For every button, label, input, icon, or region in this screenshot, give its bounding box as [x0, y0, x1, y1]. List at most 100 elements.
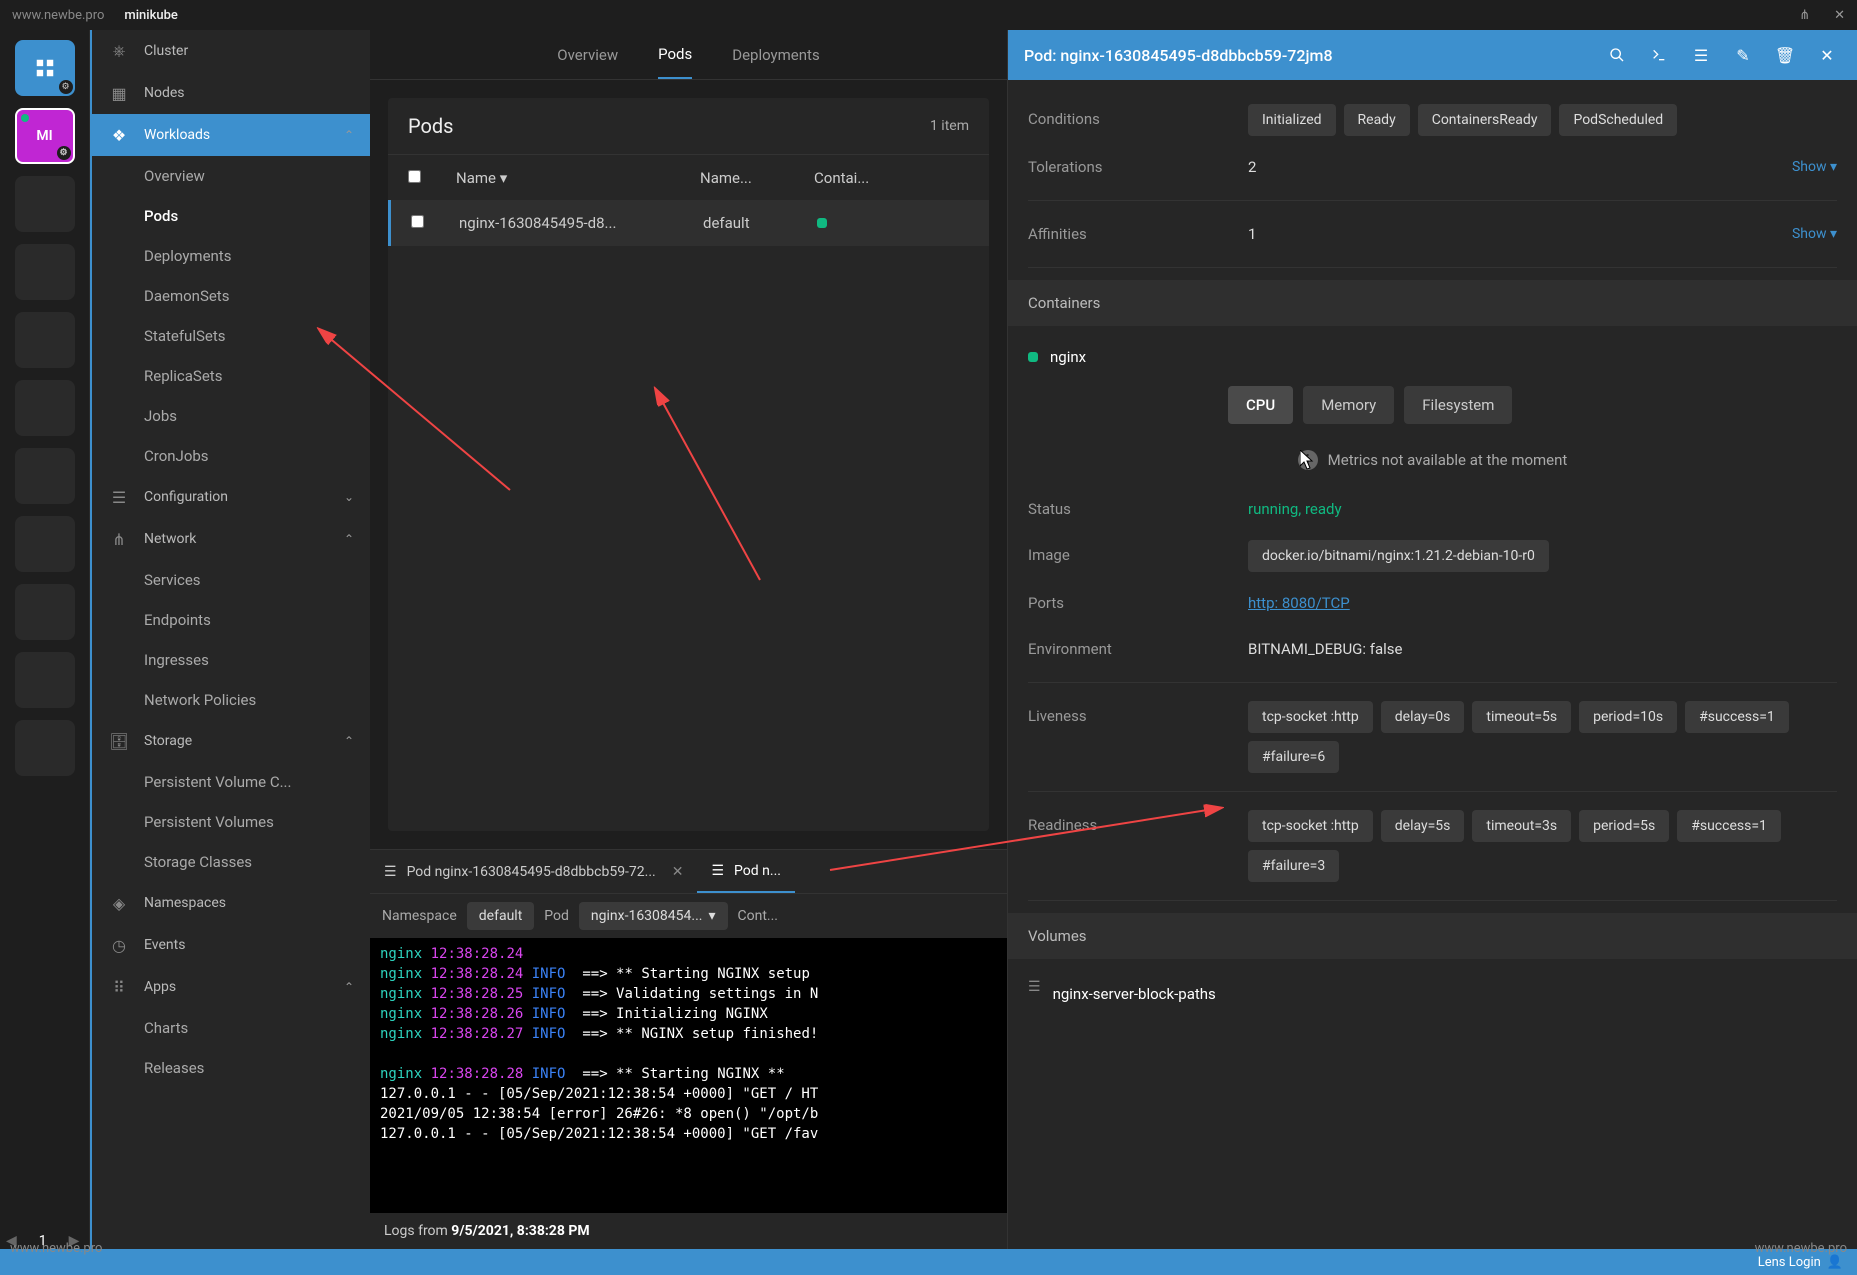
chip: tcp-socket :http: [1248, 701, 1373, 733]
sidebar-sub-network-policies[interactable]: Network Policies: [92, 680, 370, 720]
workload-tabs: Overview Pods Deployments: [370, 30, 1007, 80]
tab-deployments[interactable]: Deployments: [732, 32, 819, 78]
col-containers[interactable]: Contai...: [814, 169, 969, 187]
volumes-section: Volumes: [1008, 913, 1857, 959]
activity-cluster-minikube[interactable]: MI ⚙: [15, 108, 75, 164]
activity-placeholder[interactable]: [15, 312, 75, 368]
network-icon: ⋔: [108, 530, 130, 549]
tab-pods[interactable]: Pods: [658, 31, 692, 79]
activity-placeholder[interactable]: [15, 516, 75, 572]
chip: Ready: [1344, 104, 1410, 136]
sidebar-item-apps[interactable]: ⠿ Apps ⌃: [92, 966, 370, 1008]
col-name[interactable]: Name ▾: [456, 169, 676, 187]
sidebar-sub-pvc[interactable]: Persistent Volume C...: [92, 762, 370, 802]
activity-placeholder[interactable]: [15, 380, 75, 436]
sidebar-sub-charts[interactable]: Charts: [92, 1008, 370, 1048]
show-affinities-link[interactable]: Show ▾: [1792, 226, 1837, 242]
delete-icon[interactable]: 🗑: [1771, 41, 1799, 69]
activity-bar: ⚙ MI ⚙: [0, 30, 90, 1249]
chip: Initialized: [1248, 104, 1336, 136]
sidebar: ⎈ Cluster ▦ Nodes ❖ Workloads ⌃ Overview…: [90, 30, 370, 1249]
chip: timeout=5s: [1472, 701, 1571, 733]
close-icon[interactable]: ✕: [1834, 8, 1845, 23]
lens-login[interactable]: Lens Login 👤: [1758, 1255, 1843, 1270]
metrics-unavailable: i Metrics not available at the moment: [1008, 434, 1857, 486]
container-name: nginx: [1050, 348, 1086, 366]
gear-icon[interactable]: ⚙: [59, 80, 73, 94]
terminal-tab[interactable]: ☰ Pod nginx-1630845495-d8dbbcb59-72... ✕: [370, 850, 697, 893]
sidebar-sub-statefulsets[interactable]: StatefulSets: [92, 316, 370, 356]
metric-tab-filesystem[interactable]: Filesystem: [1404, 386, 1512, 424]
chevron-up-icon: ⌃: [344, 980, 354, 994]
sidebar-sub-deployments[interactable]: Deployments: [92, 236, 370, 276]
sidebar-item-nodes[interactable]: ▦ Nodes: [92, 72, 370, 114]
logs-icon[interactable]: ☰: [1687, 41, 1715, 69]
namespace-select[interactable]: default: [467, 902, 535, 930]
activity-placeholder[interactable]: [15, 448, 75, 504]
sidebar-item-namespaces[interactable]: ◈ Namespaces: [92, 882, 370, 924]
sidebar-sub-daemonsets[interactable]: DaemonSets: [92, 276, 370, 316]
shell-icon[interactable]: [1645, 41, 1673, 69]
close-icon[interactable]: ✕: [1813, 41, 1841, 69]
metric-tab-memory[interactable]: Memory: [1303, 386, 1394, 424]
sidebar-sub-endpoints[interactable]: Endpoints: [92, 600, 370, 640]
share-icon[interactable]: ⋔: [1799, 8, 1810, 23]
status-dot-icon: [817, 218, 827, 228]
sidebar-sub-ingresses[interactable]: Ingresses: [92, 640, 370, 680]
layers-icon: ◈: [108, 894, 130, 913]
sidebar-sub-pods[interactable]: Pods: [92, 196, 370, 236]
close-icon[interactable]: ✕: [672, 864, 684, 880]
helm-icon: ⎈: [108, 41, 130, 61]
terminal-panel: ☰ Pod nginx-1630845495-d8dbbcb59-72... ✕…: [370, 849, 1007, 1249]
sidebar-sub-overview[interactable]: Overview: [92, 156, 370, 196]
activity-catalog[interactable]: ⚙: [15, 40, 75, 96]
chip: PodScheduled: [1559, 104, 1677, 136]
containers-section: Containers: [1008, 280, 1857, 326]
activity-placeholder[interactable]: [15, 176, 75, 232]
sidebar-sub-jobs[interactable]: Jobs: [92, 396, 370, 436]
chevron-down-icon: ▾: [708, 908, 715, 924]
pod-select[interactable]: nginx-16308454... ▾: [579, 902, 728, 930]
sort-icon: ▾: [500, 169, 508, 187]
activity-placeholder[interactable]: [15, 584, 75, 640]
show-tolerations-link[interactable]: Show ▾: [1792, 159, 1837, 175]
activity-placeholder[interactable]: [15, 652, 75, 708]
terminal-tab[interactable]: ☰ Pod n...: [697, 850, 794, 893]
row-checkbox[interactable]: [411, 215, 424, 228]
col-namespace[interactable]: Name...: [700, 169, 790, 187]
chip: #failure=3: [1248, 850, 1339, 882]
sidebar-sub-pv[interactable]: Persistent Volumes: [92, 802, 370, 842]
edit-icon[interactable]: ✎: [1729, 41, 1757, 69]
titlebar-url-hint: www.newbe.pro: [12, 8, 104, 23]
sidebar-item-workloads[interactable]: ❖ Workloads ⌃: [92, 114, 370, 156]
sidebar-sub-storage-classes[interactable]: Storage Classes: [92, 842, 370, 882]
sidebar-item-configuration[interactable]: ☰ Configuration ⌄: [92, 476, 370, 518]
port-link[interactable]: http: 8080/TCP: [1248, 588, 1350, 618]
sidebar-sub-replicasets[interactable]: ReplicaSets: [92, 356, 370, 396]
tab-overview[interactable]: Overview: [557, 32, 618, 78]
logs-timestamp: Logs from 9/5/2021, 8:38:28 PM: [370, 1213, 1007, 1249]
select-all-checkbox[interactable]: [408, 170, 421, 183]
chevron-down-icon: ⌄: [344, 490, 354, 504]
sidebar-item-network[interactable]: ⋔ Network ⌃: [92, 518, 370, 560]
gear-icon[interactable]: ⚙: [57, 146, 71, 160]
pod-name: nginx-1630845495-d8...: [459, 214, 679, 232]
metric-tab-cpu[interactable]: CPU: [1228, 386, 1293, 424]
sidebar-sub-releases[interactable]: Releases: [92, 1048, 370, 1088]
sidebar-item-cluster[interactable]: ⎈ Cluster: [92, 30, 370, 72]
search-icon[interactable]: [1603, 41, 1631, 69]
activity-placeholder[interactable]: [15, 244, 75, 300]
chevron-up-icon: ⌃: [344, 128, 354, 142]
sidebar-item-events[interactable]: ◷ Events: [92, 924, 370, 966]
activity-placeholder[interactable]: [15, 720, 75, 776]
env-value: BITNAMI_DEBUG: false: [1248, 634, 1402, 664]
details-title: Pod: nginx-1630845495-d8dbbcb59-72jm8: [1024, 46, 1589, 65]
table-row[interactable]: nginx-1630845495-d8... default: [388, 200, 989, 246]
sidebar-item-storage[interactable]: 🗄 Storage ⌃: [92, 720, 370, 762]
sidebar-sub-cronjobs[interactable]: CronJobs: [92, 436, 370, 476]
chevron-up-icon: ⌃: [344, 734, 354, 748]
pods-title: Pods: [408, 114, 454, 138]
info-icon: i: [1298, 450, 1318, 470]
log-output[interactable]: nginx 12:38:28.24 nginx 12:38:28.24 INFO…: [370, 938, 1007, 1213]
sidebar-sub-services[interactable]: Services: [92, 560, 370, 600]
